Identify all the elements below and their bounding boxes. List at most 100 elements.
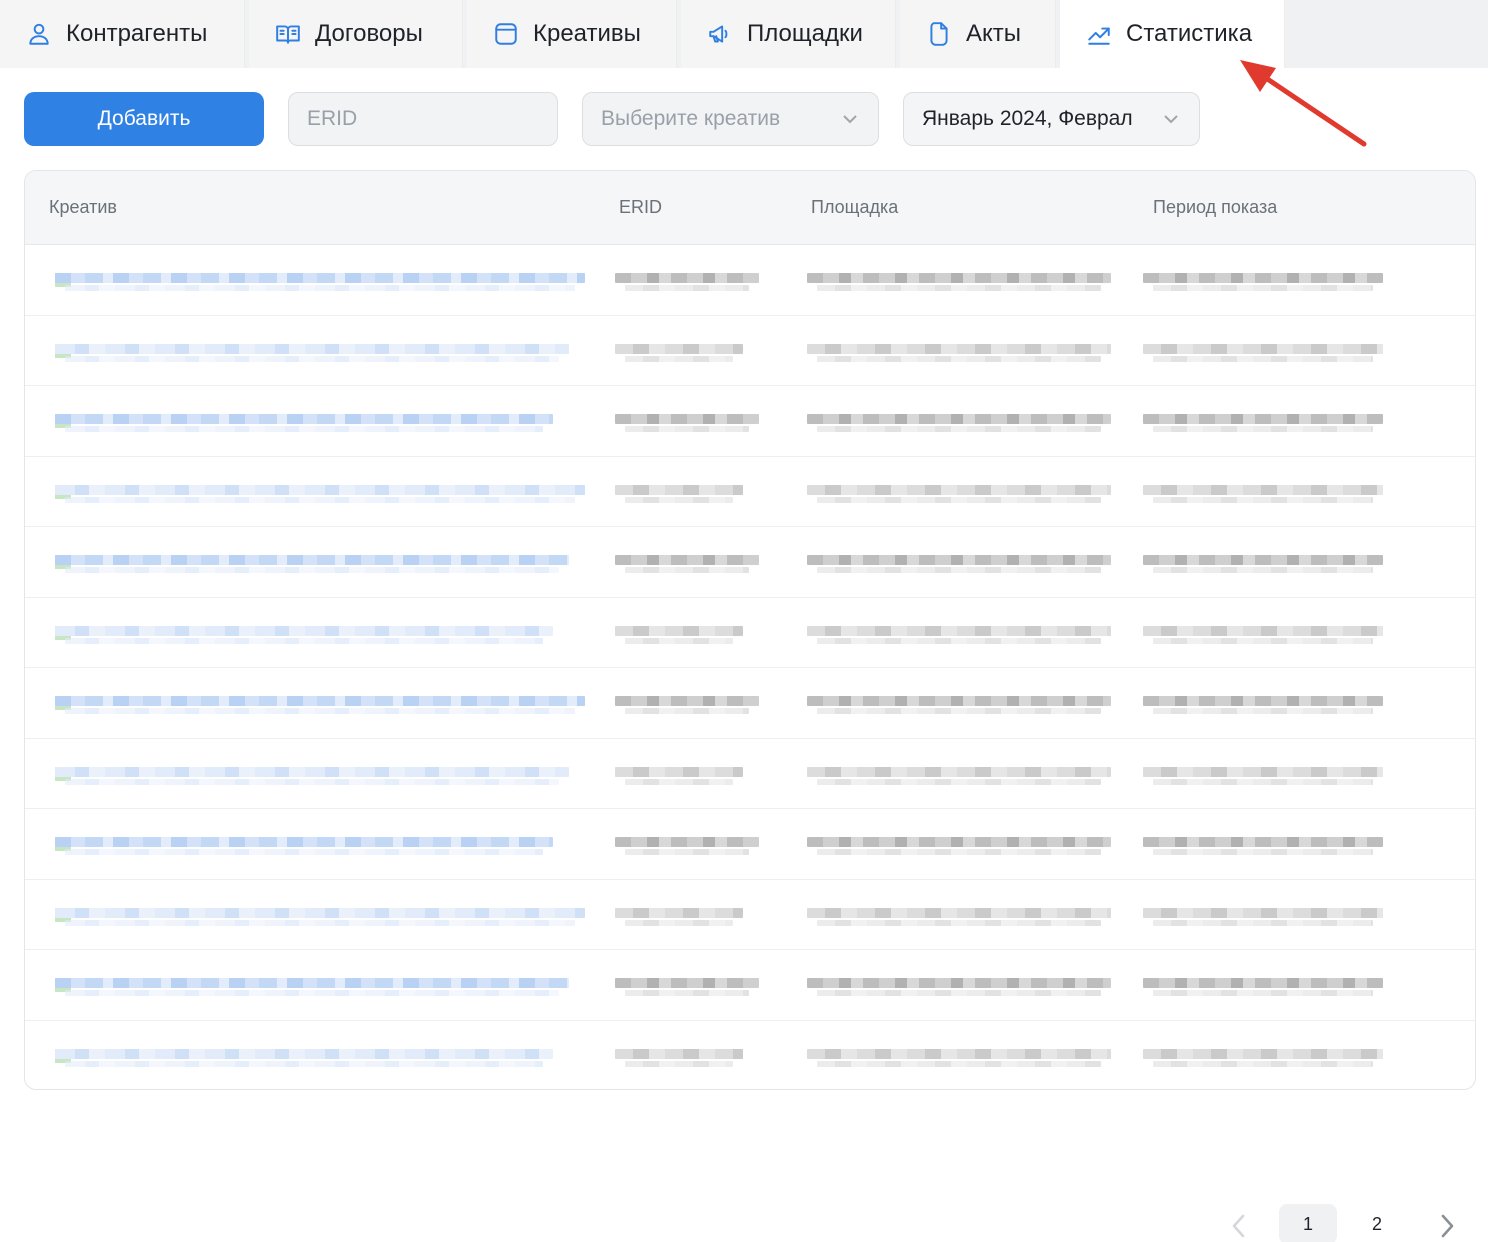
- tab-label: Акты: [966, 20, 1022, 47]
- creative-select[interactable]: Выберите креатив: [582, 92, 879, 146]
- cell-creative-blurred: [65, 919, 575, 926]
- cell-platform-blurred: [817, 990, 1101, 996]
- cell-period-blurred: [1153, 919, 1373, 926]
- cell-creative-blurred: [55, 343, 569, 354]
- cell-erid-blurred: [615, 484, 743, 495]
- cell-period-blurred: [1153, 849, 1373, 855]
- add-button[interactable]: Добавить: [24, 92, 264, 146]
- cell-platform-blurred: [817, 1060, 1101, 1067]
- cell-platform-blurred: [807, 907, 1111, 918]
- cell-erid-blurred: [615, 625, 743, 636]
- table-row[interactable]: [25, 245, 1475, 316]
- cell-erid-blurred: [625, 567, 749, 573]
- cell-creative-blurred: [55, 978, 569, 988]
- table-row[interactable]: [25, 809, 1475, 880]
- cell-creative-blurred: [65, 496, 575, 503]
- cell-period-blurred: [1143, 625, 1383, 636]
- cell-platform-blurred: [807, 625, 1111, 636]
- cell-erid-blurred: [615, 766, 743, 777]
- cell-creative-blurred: [55, 696, 585, 706]
- page-button-2[interactable]: 2: [1348, 1204, 1406, 1242]
- cell-creative-blurred: [55, 555, 569, 565]
- cell-creative-blurred: [65, 285, 575, 291]
- cell-erid-blurred: [625, 496, 733, 503]
- cell-period-blurred: [1153, 496, 1373, 503]
- trending-up-icon: [1086, 21, 1112, 47]
- column-header-period: Период показа: [1153, 197, 1278, 217]
- cell-erid-blurred: [625, 919, 733, 926]
- tab-counterparties[interactable]: Контрагенты: [0, 0, 245, 68]
- cell-platform-blurred: [817, 426, 1101, 432]
- cell-creative-blurred: [55, 907, 585, 918]
- table-row[interactable]: [25, 316, 1475, 386]
- table-row[interactable]: [25, 598, 1475, 668]
- chevron-down-icon: [1161, 109, 1181, 129]
- cell-period-blurred: [1143, 343, 1383, 354]
- cell-platform-blurred: [817, 778, 1101, 785]
- cell-creative-blurred: [55, 837, 553, 847]
- cell-erid-blurred: [615, 907, 743, 918]
- cell-erid-blurred: [625, 285, 749, 291]
- table-row[interactable]: [25, 880, 1475, 950]
- cell-erid-blurred: [625, 637, 733, 644]
- cell-period-blurred: [1153, 778, 1373, 785]
- tab-platforms[interactable]: Площадки: [681, 0, 896, 68]
- cell-period-blurred: [1143, 555, 1383, 565]
- period-select[interactable]: Январь 2024, Феврал: [903, 92, 1200, 146]
- table-header: Креатив ERID Площадка Период показа: [25, 171, 1475, 245]
- table-row[interactable]: [25, 386, 1475, 457]
- cell-erid-blurred: [615, 837, 759, 847]
- cell-platform-blurred: [817, 708, 1101, 714]
- cell-erid-blurred: [625, 355, 733, 362]
- table-row[interactable]: [25, 457, 1475, 527]
- cell-creative-blurred: [55, 273, 585, 283]
- cell-period-blurred: [1153, 990, 1373, 996]
- cell-platform-blurred: [817, 496, 1101, 503]
- cell-erid-blurred: [625, 1060, 733, 1067]
- next-page-icon[interactable]: [1434, 1210, 1460, 1242]
- cell-platform-blurred: [807, 273, 1111, 283]
- erid-field[interactable]: [288, 92, 558, 146]
- cell-creative-blurred: [65, 708, 575, 714]
- cell-period-blurred: [1143, 1048, 1383, 1059]
- tab-contracts[interactable]: Договоры: [249, 0, 463, 68]
- tab-label: Статистика: [1126, 20, 1253, 47]
- cell-platform-blurred: [807, 978, 1111, 988]
- cell-period-blurred: [1153, 637, 1373, 644]
- cell-period-blurred: [1143, 907, 1383, 918]
- tab-label: Креативы: [533, 20, 641, 47]
- tab-creatives[interactable]: Креативы: [467, 0, 677, 68]
- cell-platform-blurred: [807, 484, 1111, 495]
- erid-input[interactable]: [307, 107, 539, 131]
- cell-platform-blurred: [807, 766, 1111, 777]
- cell-erid-blurred: [615, 696, 759, 706]
- page-button-1[interactable]: 1: [1279, 1204, 1337, 1242]
- cell-platform-blurred: [817, 849, 1101, 855]
- column-header-creative: Креатив: [49, 197, 117, 217]
- book-icon: [275, 21, 301, 47]
- cell-creative-blurred: [55, 766, 569, 777]
- cell-platform-blurred: [817, 637, 1101, 644]
- cell-platform-blurred: [807, 837, 1111, 847]
- cell-period-blurred: [1153, 355, 1373, 362]
- prev-page-icon[interactable]: [1226, 1210, 1252, 1242]
- table-row[interactable]: [25, 527, 1475, 598]
- cell-creative-blurred: [65, 990, 559, 996]
- cell-erid-blurred: [625, 849, 749, 855]
- cell-platform-blurred: [817, 919, 1101, 926]
- tab-label: Договоры: [315, 20, 423, 47]
- table-row[interactable]: [25, 668, 1475, 739]
- cell-erid-blurred: [615, 1048, 743, 1059]
- table-row[interactable]: [25, 950, 1475, 1021]
- table-row[interactable]: [25, 739, 1475, 809]
- cell-platform-blurred: [817, 567, 1101, 573]
- table-body: [25, 245, 1475, 1090]
- cell-period-blurred: [1153, 426, 1373, 432]
- cell-erid-blurred: [615, 555, 759, 565]
- user-icon: [26, 21, 52, 47]
- cell-creative-blurred: [65, 426, 543, 432]
- cell-creative-blurred: [55, 625, 553, 636]
- document-icon: [926, 21, 952, 47]
- table-row[interactable]: [25, 1021, 1475, 1090]
- tab-acts[interactable]: Акты: [900, 0, 1056, 68]
